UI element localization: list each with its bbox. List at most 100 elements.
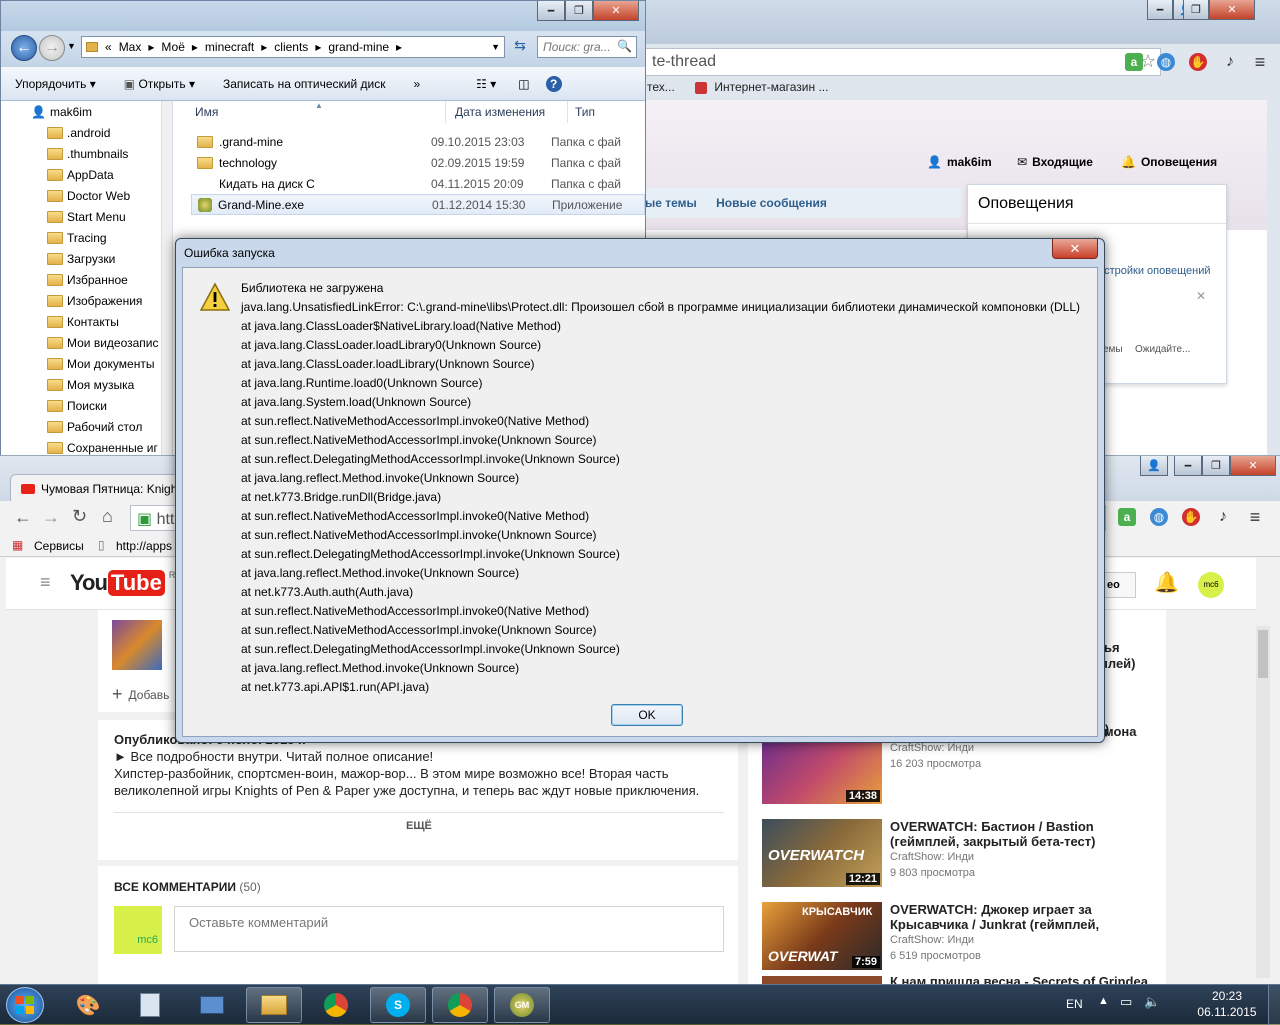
tree-item[interactable]: Tracing	[1, 227, 172, 248]
column-date[interactable]: Дата изменения	[455, 105, 545, 119]
bookmark-item[interactable]: Интернет-магазин ...	[695, 80, 828, 100]
account-button[interactable]: 👤	[1140, 456, 1168, 476]
taskbar-remote-desktop-icon[interactable]	[184, 987, 240, 1023]
popup-settings-link[interactable]: астройки оповещений	[1098, 265, 1211, 277]
tree-item[interactable]: Моя музыка	[1, 374, 172, 395]
globe-icon[interactable]: ◍	[1157, 53, 1175, 71]
taskbar-calculator-icon[interactable]	[122, 987, 178, 1023]
menu-icon[interactable]: ≡	[1251, 52, 1269, 72]
tree-item[interactable]: .android	[1, 122, 172, 143]
back-arrow-icon[interactable]: ←	[14, 507, 32, 528]
tree-item[interactable]: Контакты	[1, 311, 172, 332]
channel-avatar[interactable]	[112, 620, 162, 670]
view-options-icon[interactable]: ☷ ▾	[462, 77, 510, 91]
tree-item[interactable]: Мои видеозапис	[1, 332, 172, 353]
breadcrumb-item[interactable]: grand-mine	[328, 40, 389, 54]
close-button[interactable]: ✕	[1209, 0, 1255, 20]
forward-arrow-icon[interactable]: →	[42, 507, 60, 528]
alerts-link[interactable]: 🔔 Оповещения	[1121, 155, 1217, 169]
inbox-link[interactable]: ✉ Входящие	[1017, 155, 1093, 169]
close-icon[interactable]: ✕	[1196, 289, 1206, 303]
breadcrumb-overflow[interactable]: «	[105, 40, 112, 54]
tree-item[interactable]: .thumbnails	[1, 143, 172, 164]
related-video[interactable]: OVERWATCH 12:21 OVERWATCH: Бастион / Bas…	[762, 819, 1162, 889]
taskbar-chrome-icon[interactable]	[308, 987, 364, 1023]
taskbar-explorer-icon[interactable]	[246, 987, 302, 1023]
adblock-icon[interactable]: ✋	[1189, 53, 1207, 71]
close-button[interactable]: ✕	[1230, 456, 1276, 476]
more-button[interactable]: »	[399, 77, 434, 91]
tree-item[interactable]: Изображения	[1, 290, 172, 311]
tree-item[interactable]: Загрузки	[1, 248, 172, 269]
tree-item[interactable]: Избранное	[1, 269, 172, 290]
burn-button[interactable]: Записать на оптический диск	[209, 77, 400, 91]
bookmark-services[interactable]: Сервисы	[34, 539, 84, 553]
dialog-close-button[interactable]: ✕	[1052, 239, 1098, 259]
breadcrumb-item[interactable]: clients	[274, 40, 308, 54]
notifications-bell-icon[interactable]: 🔔	[1154, 570, 1179, 595]
adblock-icon[interactable]: ✋	[1182, 508, 1200, 526]
start-button[interactable]	[6, 987, 44, 1023]
extension-a-icon[interactable]: a	[1125, 53, 1143, 71]
menu-icon[interactable]: ≡	[1246, 507, 1264, 527]
maximize-button[interactable]: ❐	[565, 1, 593, 21]
minimize-button[interactable]: 🗕	[537, 1, 565, 21]
show-more-button[interactable]: ЕЩЁ	[406, 820, 432, 832]
apps-grid-icon[interactable]: ▦	[12, 538, 23, 552]
breadcrumb[interactable]: « Max ▸ Моё ▸ minecraft ▸ clients ▸ gran…	[81, 36, 505, 58]
refresh-icon[interactable]: ⇆	[509, 37, 531, 57]
language-indicator[interactable]: EN	[1066, 997, 1083, 1011]
tab-youtube[interactable]: Чумовая Пятница: Knigh	[10, 474, 190, 502]
music-note-icon[interactable]: ♪	[1214, 508, 1232, 526]
help-icon[interactable]: ?	[538, 75, 570, 92]
file-row[interactable]: Кидать на диск C 04.11.2015 20:09 Папка с …	[191, 173, 645, 194]
taskbar-paint-icon[interactable]: 🎨	[60, 987, 116, 1023]
tree-scrollbar[interactable]	[161, 101, 172, 459]
restore-button[interactable]: ❐	[1183, 0, 1209, 20]
minimize-button[interactable]: 🗕	[1147, 0, 1173, 20]
related-video[interactable]: 14:38 Пенсия в Dungeonland (геймплей) Cr…	[762, 722, 1162, 806]
organize-button[interactable]: Упорядочить ▾	[1, 77, 110, 91]
open-button[interactable]: ▣ Открыть ▾	[110, 77, 209, 91]
tree-item[interactable]: Doctor Web	[1, 185, 172, 206]
column-name[interactable]: Имя	[195, 105, 218, 119]
file-row[interactable]: .grand-mine 09.10.2015 23:03 Папка с фай	[191, 131, 645, 152]
back-arrow-icon[interactable]: ←	[11, 35, 37, 61]
taskbar-skype-icon[interactable]: S	[370, 987, 426, 1023]
restore-button[interactable]: ❐	[1202, 456, 1230, 476]
upload-button[interactable]: ео	[1102, 572, 1136, 598]
hamburger-icon[interactable]: ≡	[40, 572, 51, 593]
nav-new-topics[interactable]: ые темы	[645, 196, 697, 210]
avatar[interactable]: mc6	[1198, 572, 1224, 598]
music-note-icon[interactable]: ♪	[1221, 53, 1239, 71]
extension-a-icon[interactable]: a	[1118, 508, 1136, 526]
history-chevron-icon[interactable]: ▼	[67, 41, 76, 51]
forward-arrow-icon[interactable]: →	[39, 35, 65, 61]
tree-item[interactable]: Рабочий стол	[1, 416, 172, 437]
bookmark-item[interactable]: тех...	[647, 80, 675, 100]
user-menu[interactable]: 👤 mak6im	[927, 155, 992, 169]
tree-item[interactable]: AppData	[1, 164, 172, 185]
tree-item[interactable]: Поиски	[1, 395, 172, 416]
globe-icon[interactable]: ◍	[1150, 508, 1168, 526]
breadcrumb-item[interactable]: minecraft	[205, 40, 254, 54]
address-bar[interactable]: te-thread ☆	[645, 48, 1161, 76]
tree-root[interactable]: 👤 mak6im	[1, 101, 172, 122]
volume-icon[interactable]: 🔈	[1144, 994, 1160, 1010]
bookmark-apps[interactable]: http://apps	[116, 539, 172, 553]
taskbar-chrome-active-icon[interactable]	[432, 987, 488, 1023]
close-button[interactable]: ✕	[593, 1, 639, 21]
chevron-down-icon[interactable]: ▼	[491, 42, 500, 52]
nav-new-messages[interactable]: Новые сообщения	[716, 196, 827, 210]
minimize-button[interactable]: 🗕	[1174, 456, 1202, 476]
tree-item[interactable]: Start Menu	[1, 206, 172, 227]
youtube-logo[interactable]: You Tube RU	[70, 570, 182, 596]
search-input[interactable]: Поиск: gra... 🔍	[537, 36, 637, 58]
breadcrumb-item[interactable]: Max	[119, 40, 142, 54]
column-type[interactable]: Тип	[575, 105, 595, 119]
tray-expand-icon[interactable]: ▲	[1098, 995, 1109, 1007]
clock[interactable]: 20:23 06.11.2015	[1192, 988, 1262, 1020]
file-row[interactable]: Grand-Mine.exe 01.12.2014 15:30 Приложение	[191, 194, 645, 215]
breadcrumb-item[interactable]: Моё	[161, 40, 184, 54]
ok-button[interactable]: OK	[611, 704, 683, 726]
